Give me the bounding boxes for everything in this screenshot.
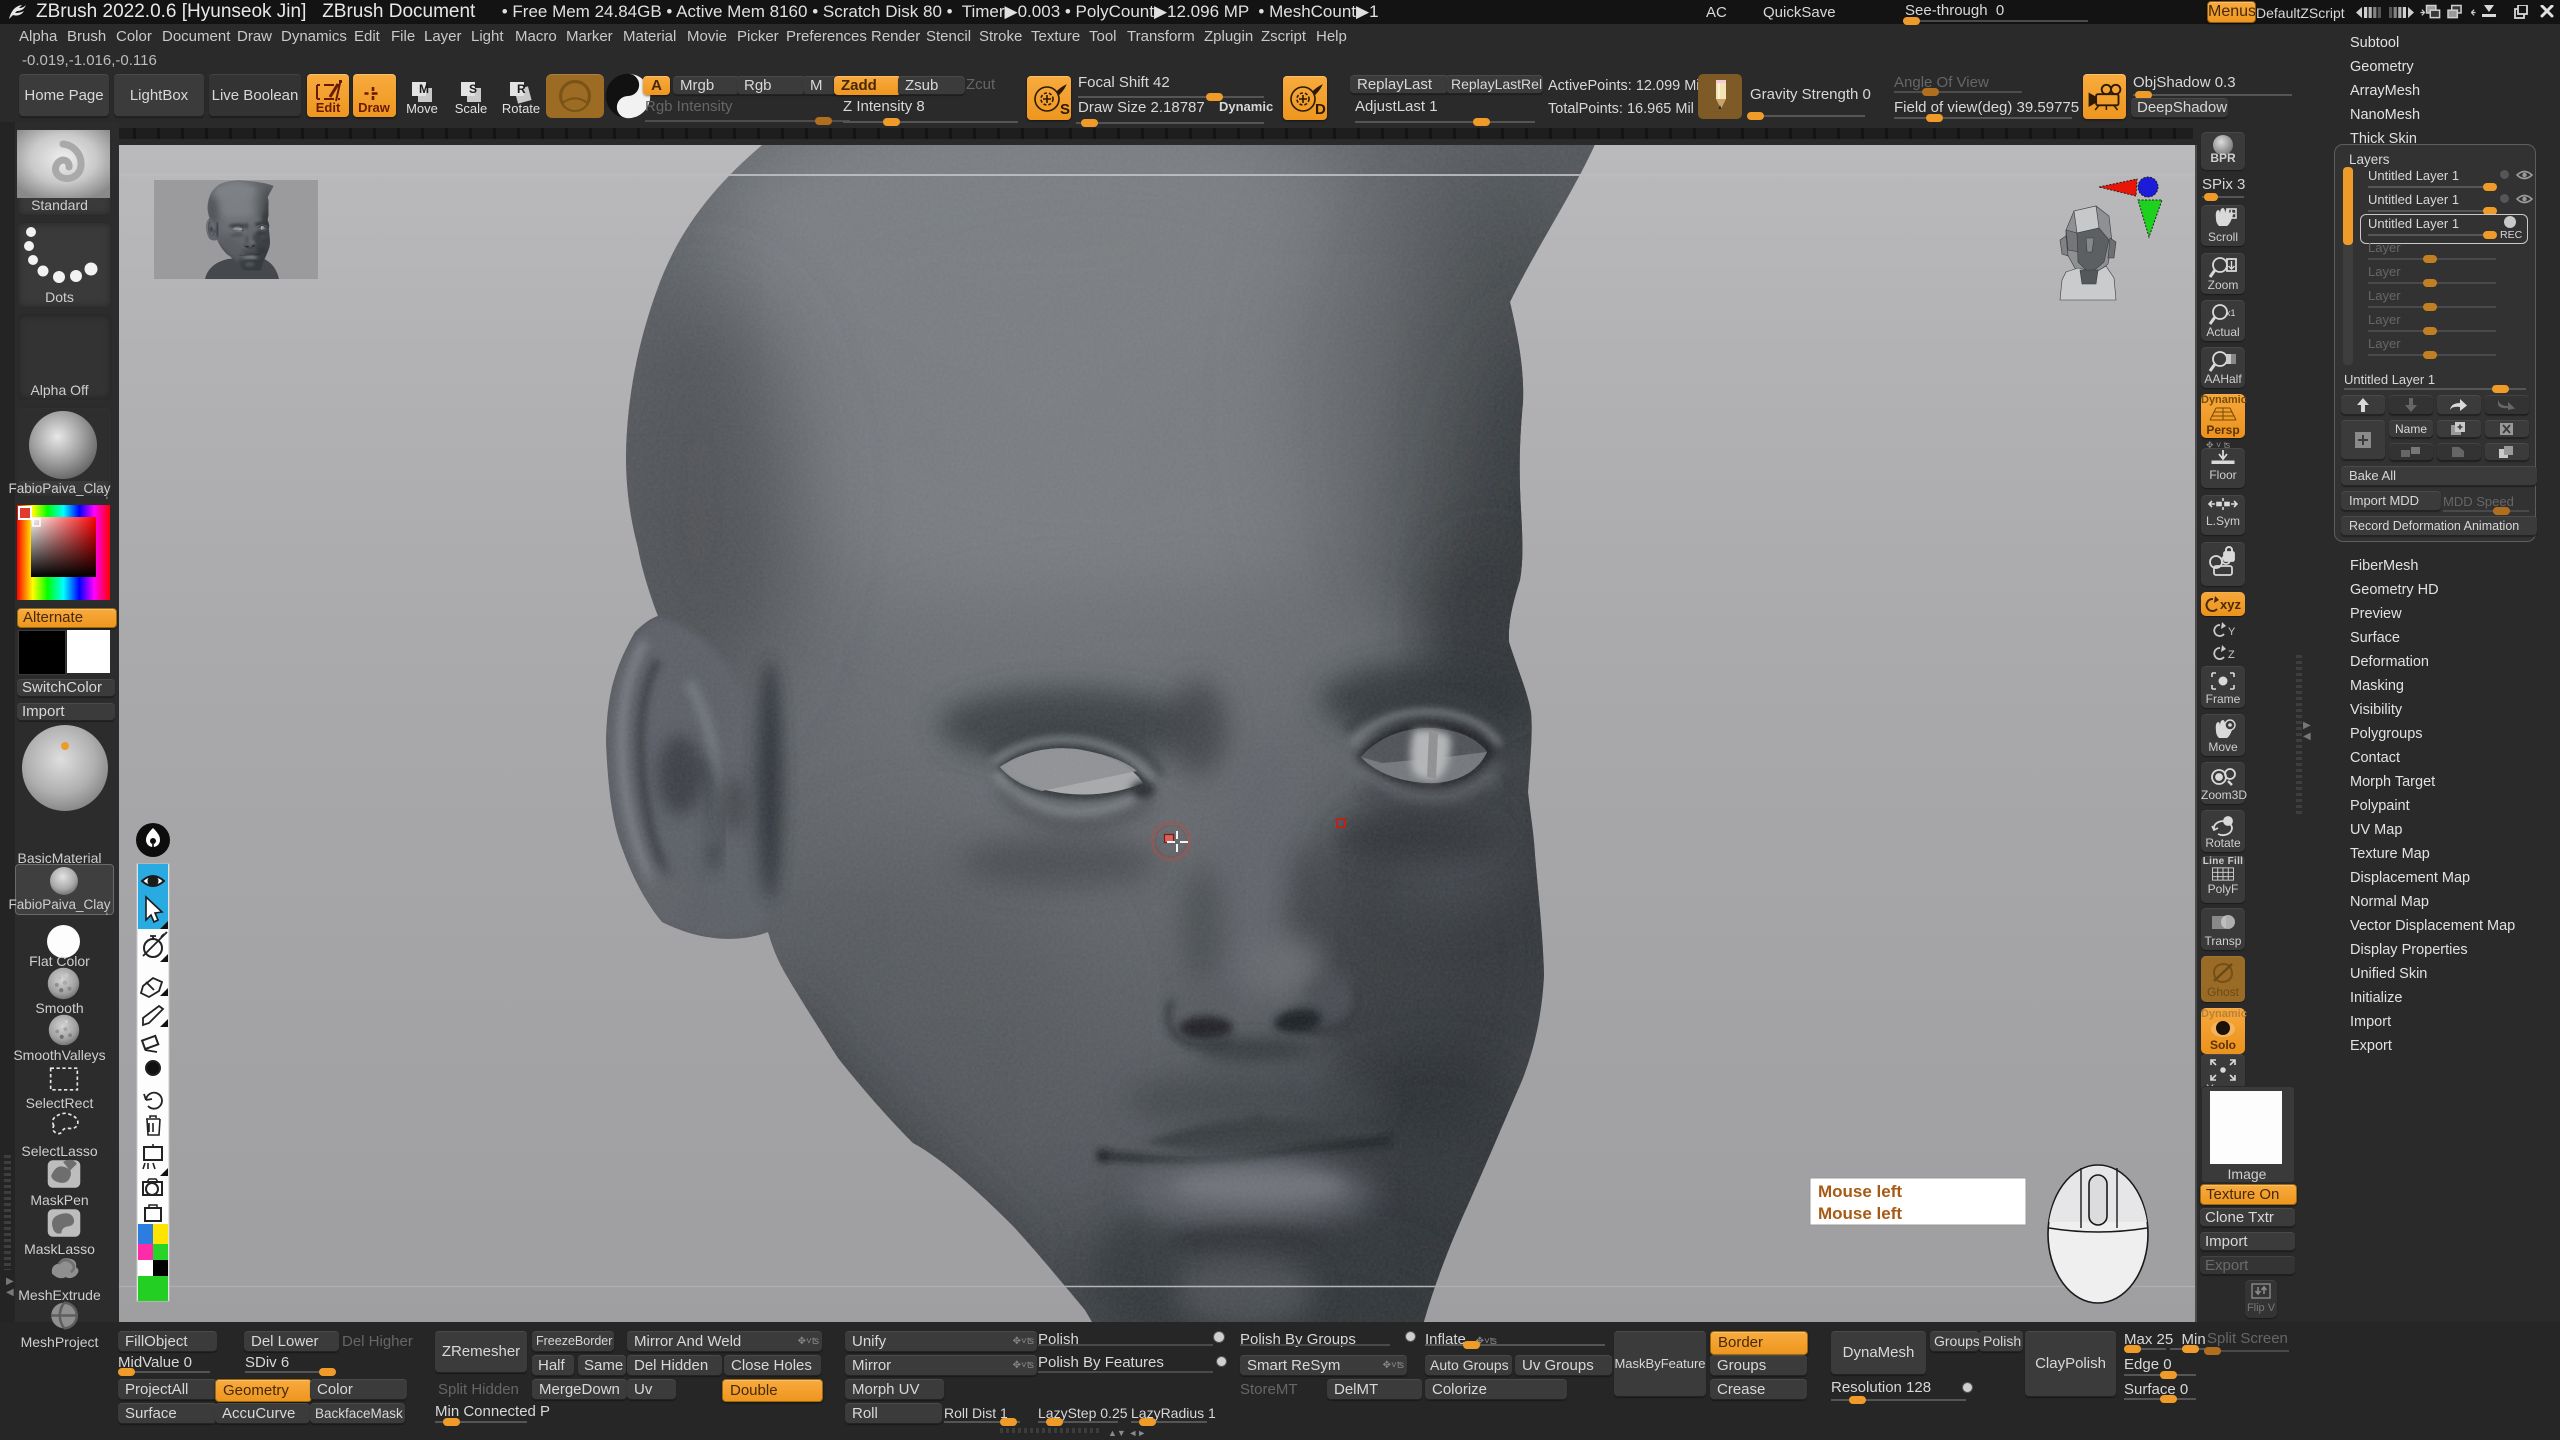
svg-text:x1: x1 (2226, 308, 2236, 318)
svg-text:xyz: xyz (2220, 597, 2241, 612)
svg-text:Mouse left: Mouse left (1818, 1204, 1902, 1223)
svg-text:Scale: Scale (455, 101, 488, 116)
svg-text:S: S (1060, 101, 1070, 118)
svg-text:S: S (469, 82, 477, 96)
svg-text:Edit: Edit (316, 100, 341, 115)
svg-text:Y: Y (2228, 626, 2236, 638)
svg-text:Mouse left: Mouse left (1818, 1182, 1902, 1201)
svg-text:R: R (517, 82, 526, 96)
svg-text:Draw: Draw (358, 100, 391, 115)
svg-text:Move: Move (406, 101, 438, 116)
svg-text:M: M (419, 82, 429, 96)
svg-text:D: D (1315, 101, 1326, 118)
svg-text:Z: Z (2228, 649, 2235, 661)
svg-text:Rotate: Rotate (502, 101, 540, 116)
